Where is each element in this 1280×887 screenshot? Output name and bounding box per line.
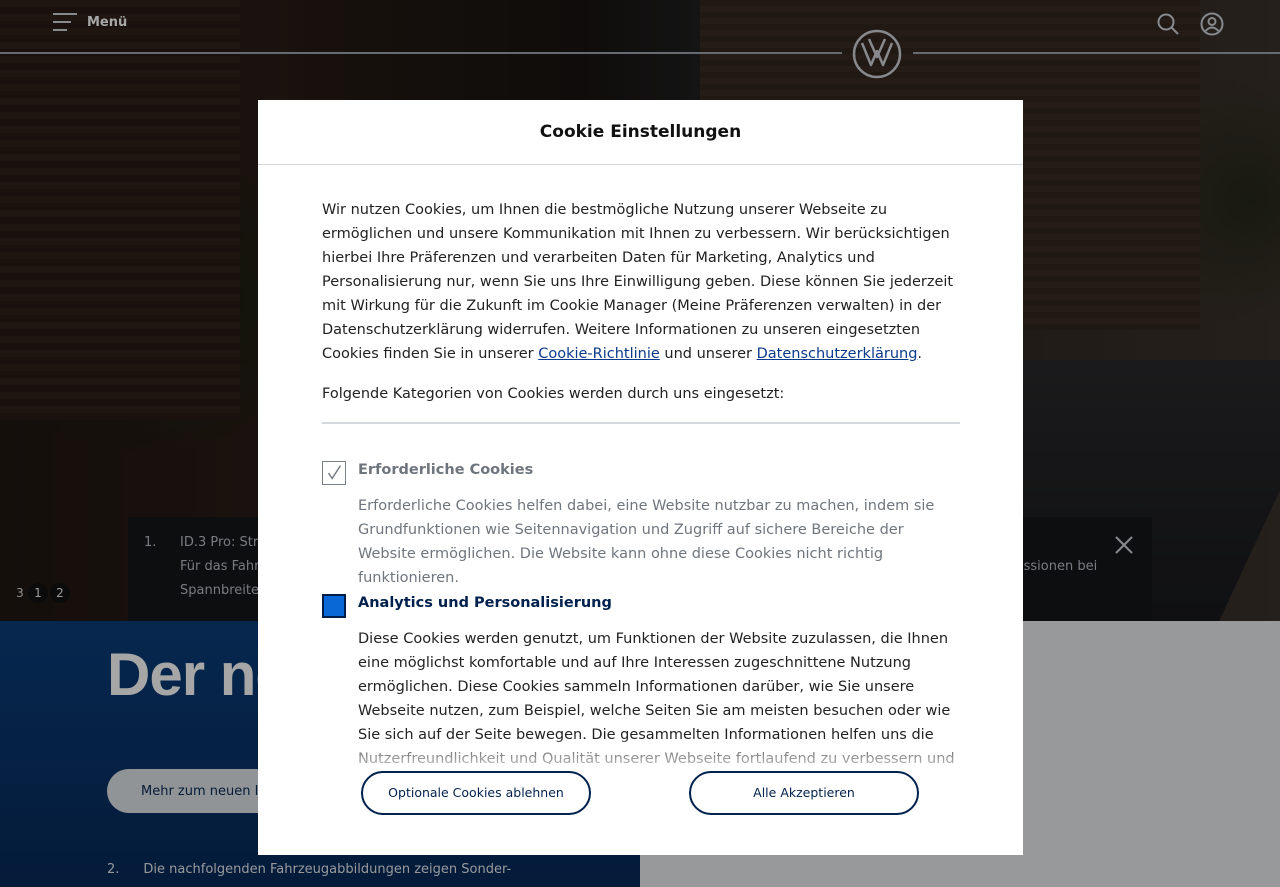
cookie-dialog: Cookie Einstellungen Wir nutzen Cookies,… xyxy=(258,100,1023,855)
divider xyxy=(322,422,960,424)
category-title: Erforderliche Cookies xyxy=(358,462,534,478)
category-description: Erforderliche Cookies helfen dabei, eine… xyxy=(358,498,935,586)
category-title[interactable]: Analytics und Personalisierung xyxy=(358,595,612,611)
categories-intro: Folgende Kategorien von Cookies werden d… xyxy=(322,386,785,402)
analytics-checkbox[interactable] xyxy=(322,594,346,618)
privacy-policy-link[interactable]: Datenschutzerklärung xyxy=(757,346,918,362)
accept-all-button[interactable]: Alle Akzeptieren xyxy=(689,771,919,815)
intro-text: Wir nutzen Cookies, um Ihnen die bestmög… xyxy=(322,202,954,362)
required-checkbox xyxy=(322,461,346,485)
cookie-policy-link[interactable]: Cookie-Richtlinie xyxy=(538,346,660,362)
intro-connector: und unserer xyxy=(659,346,757,362)
dialog-body: Wir nutzen Cookies, um Ihnen die bestmög… xyxy=(322,198,960,424)
reject-optional-button[interactable]: Optionale Cookies ablehnen xyxy=(361,771,591,815)
dialog-title: Cookie Einstellungen xyxy=(258,100,1023,165)
intro-paragraph: Wir nutzen Cookies, um Ihnen die bestmög… xyxy=(322,198,960,366)
intro-end: . xyxy=(917,346,923,362)
